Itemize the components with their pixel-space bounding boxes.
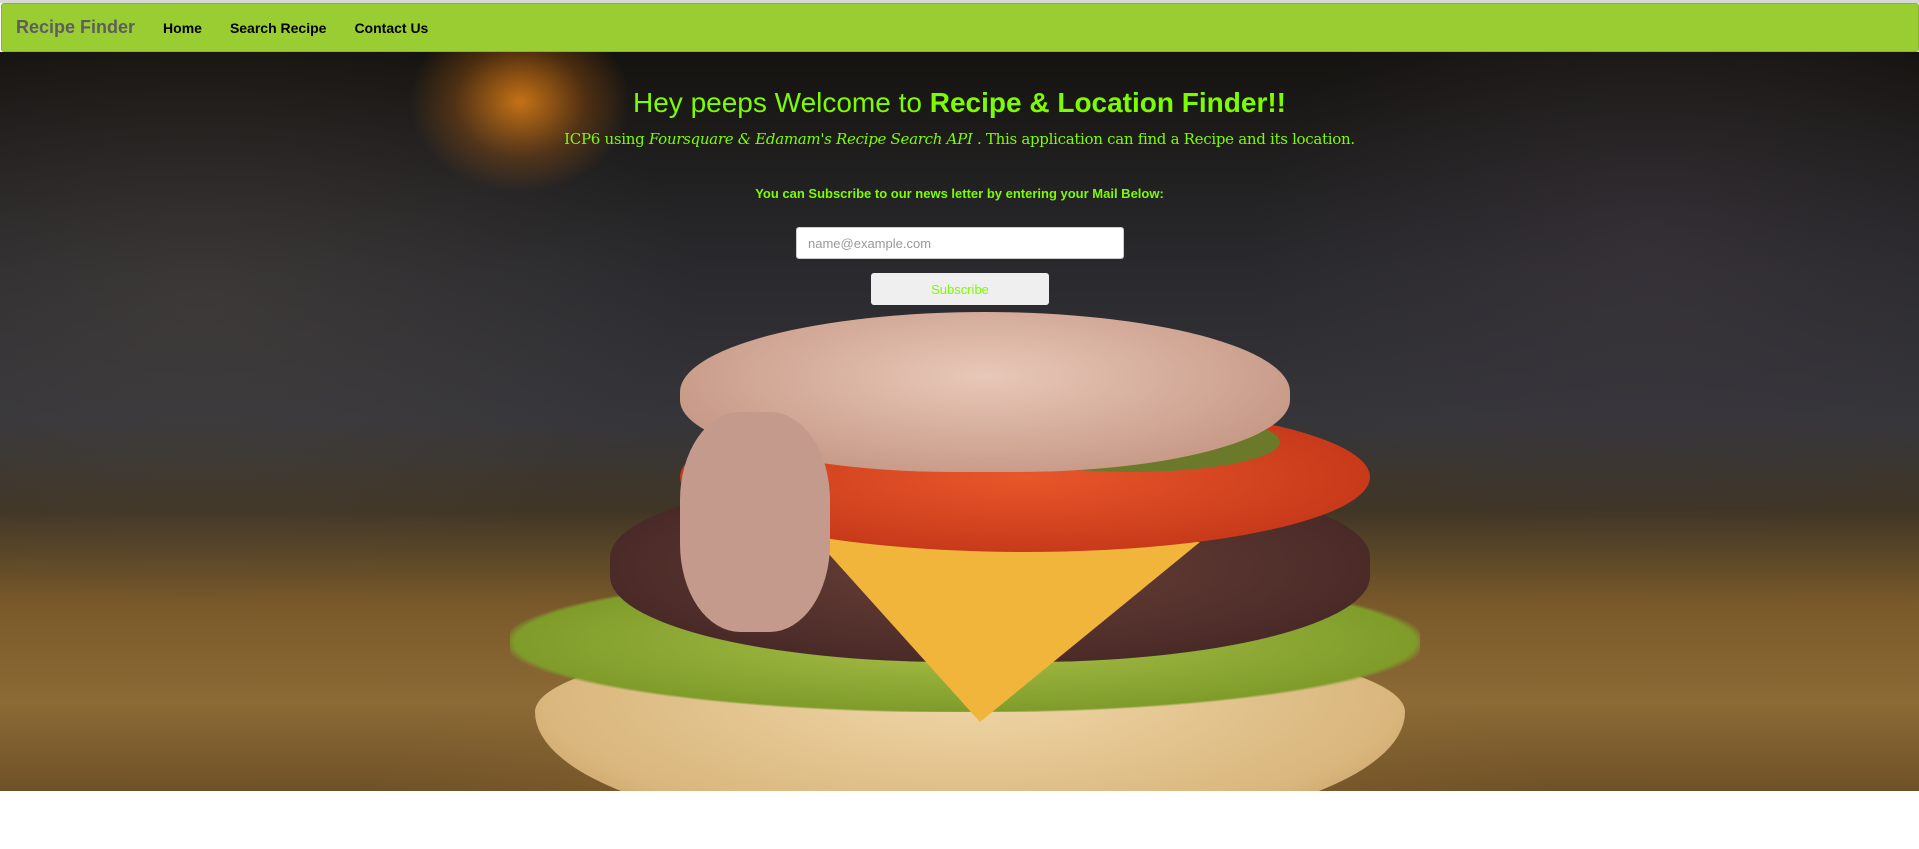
navbar: Recipe Finder Home Search Recipe Contact… <box>1 3 1919 52</box>
subscribe-button[interactable]: Subscribe <box>871 273 1049 305</box>
welcome-heading: Hey peeps Welcome to Recipe & Location F… <box>0 87 1919 119</box>
nav-search-recipe[interactable]: Search Recipe <box>216 20 341 36</box>
description-prefix: ICP6 using <box>564 130 649 148</box>
description-suffix: . This application can find a Recipe and… <box>972 130 1355 148</box>
heading-app-name: Recipe & Location Finder!! <box>929 87 1286 118</box>
nav-home[interactable]: Home <box>149 20 216 36</box>
description-apis: Foursquare & Edamam's Recipe Search API <box>648 130 973 148</box>
heading-text: Hey peeps Welcome to <box>633 87 930 118</box>
email-input[interactable] <box>796 227 1124 259</box>
nav-contact-us[interactable]: Contact Us <box>340 20 442 36</box>
description: ICP6 using Foursquare & Edamam's Recipe … <box>0 130 1919 148</box>
brand-link[interactable]: Recipe Finder <box>16 17 135 38</box>
subscribe-label: You can Subscribe to our news letter by … <box>755 186 1164 201</box>
hero-section: Hey peeps Welcome to Recipe & Location F… <box>0 52 1919 791</box>
